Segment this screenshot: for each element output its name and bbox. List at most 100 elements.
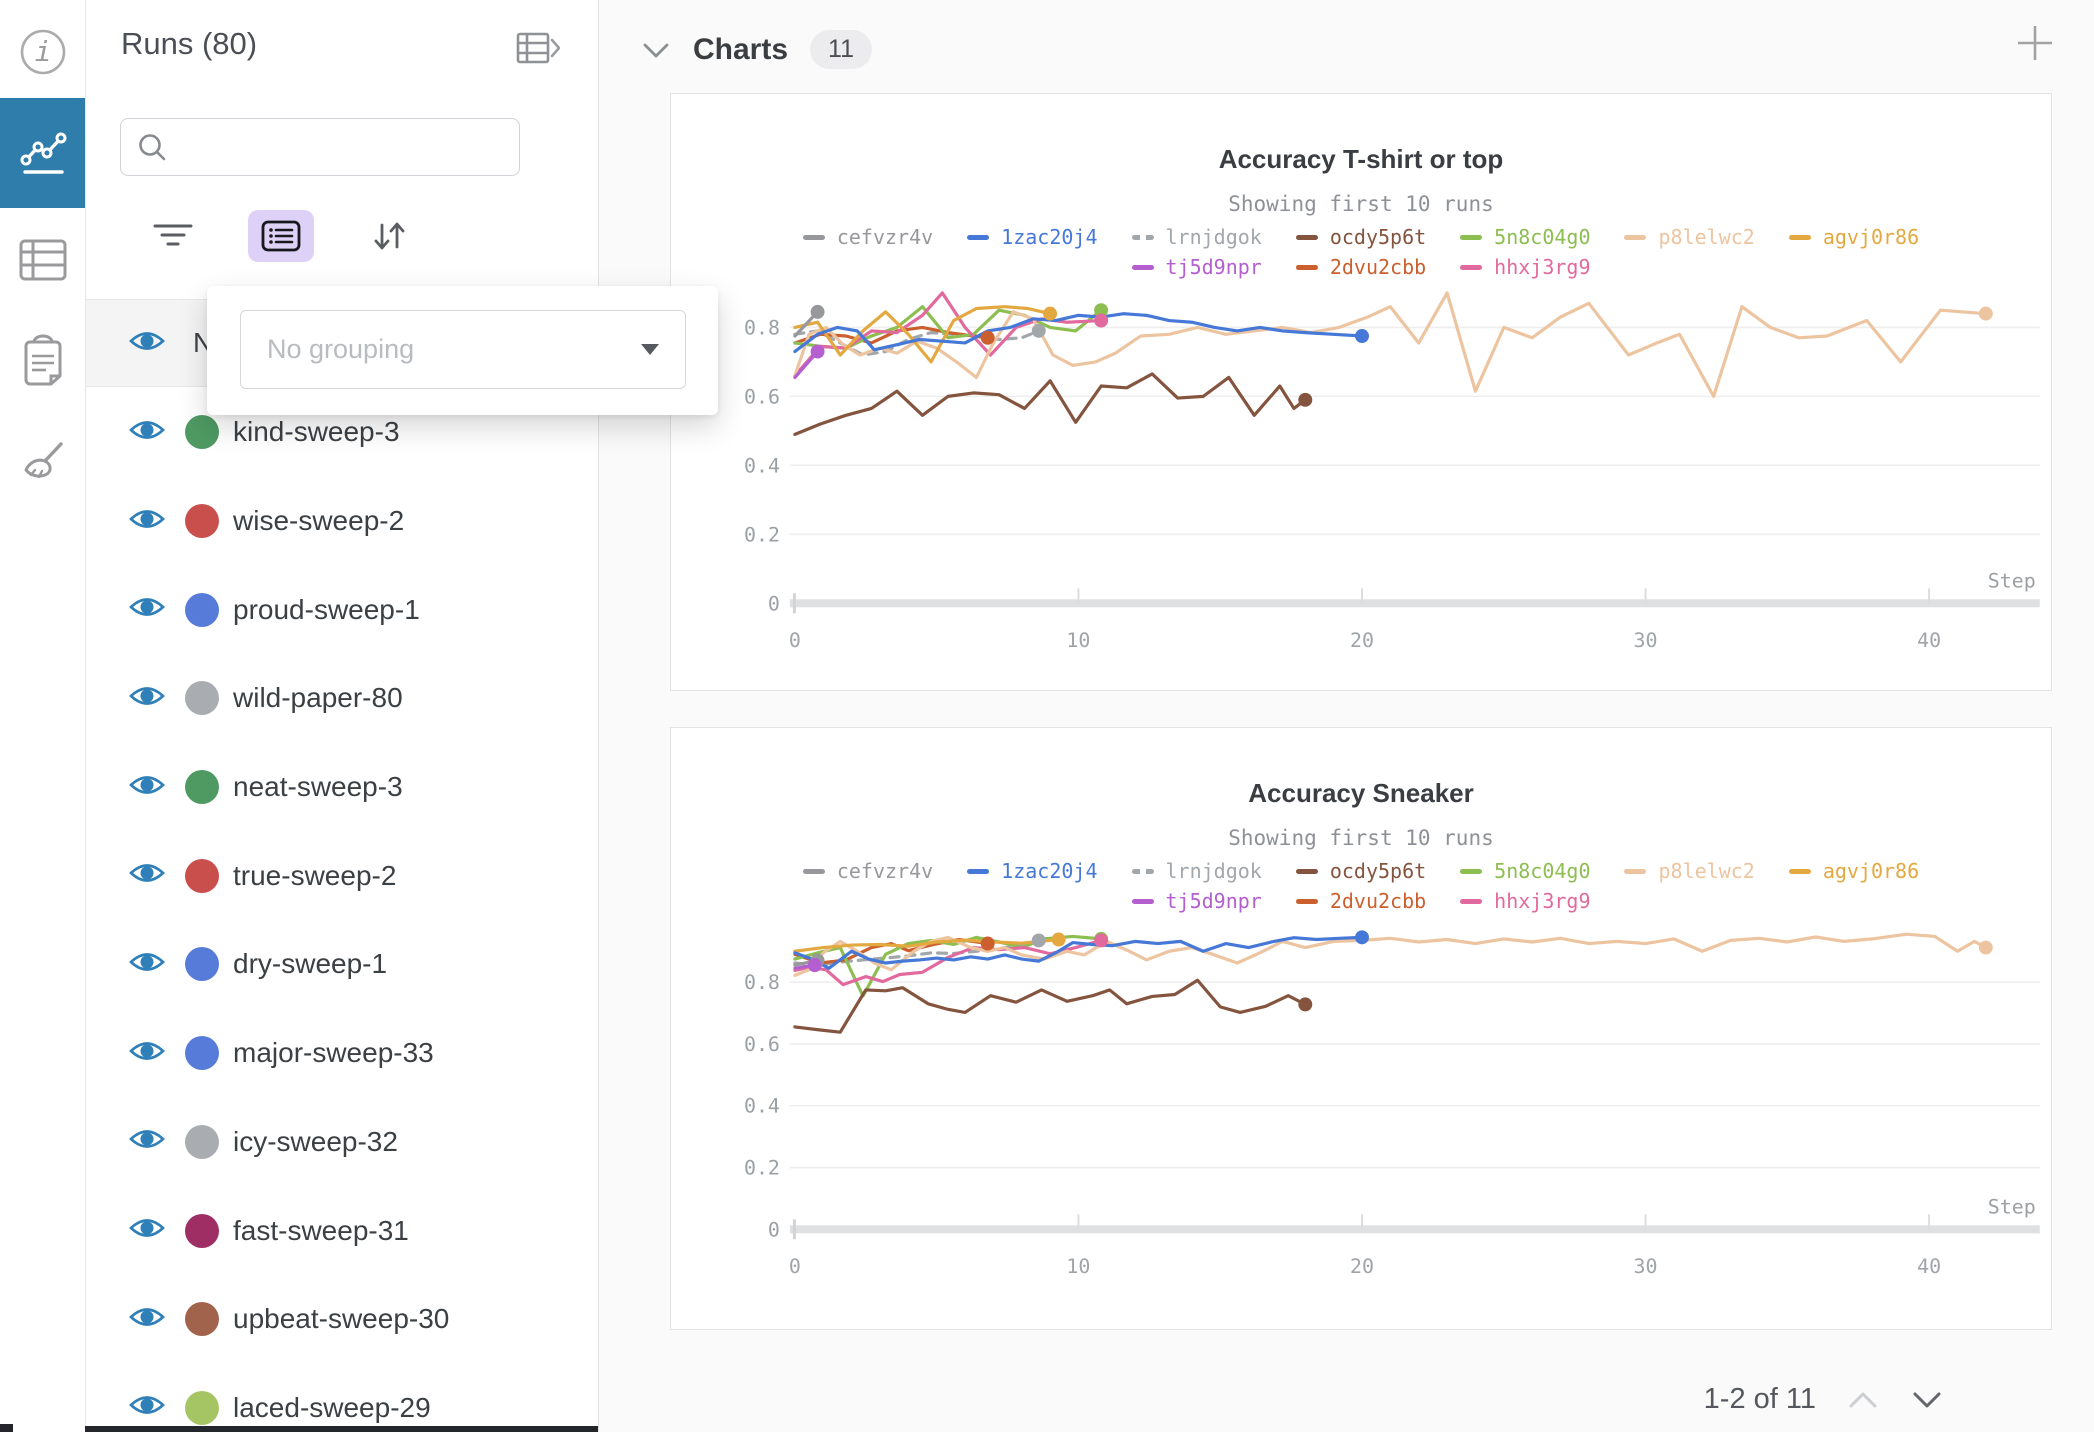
run-name[interactable]: icy-sweep-32 <box>233 1126 398 1158</box>
run-color-dot[interactable] <box>185 415 219 449</box>
line-chart-icon[interactable] <box>0 98 85 208</box>
series-end-marker-p8lelwc2[interactable] <box>1979 941 1993 955</box>
run-name[interactable]: wild-paper-80 <box>233 682 403 714</box>
legend-item-5n8c04g0[interactable]: 5n8c04g0 <box>1460 856 1590 886</box>
broom-icon[interactable] <box>0 415 85 511</box>
run-name[interactable]: laced-sweep-29 <box>233 1392 431 1424</box>
legend-item-2dvu2cbb[interactable]: 2dvu2cbb <box>1296 886 1426 916</box>
toggle-all-visibility-eye-icon[interactable] <box>129 329 165 358</box>
expand-runs-table-button[interactable] <box>516 30 560 68</box>
run-color-dot[interactable] <box>185 947 219 981</box>
visibility-eye-icon[interactable] <box>129 418 165 447</box>
chevron-up-icon[interactable] <box>1846 1390 1880 1410</box>
run-list-item[interactable]: laced-sweep-29 <box>85 1364 598 1432</box>
run-name[interactable]: wise-sweep-2 <box>233 505 404 537</box>
series-end-marker-hhxj3rg9[interactable] <box>1094 933 1108 947</box>
visibility-eye-icon[interactable] <box>129 1127 165 1156</box>
run-list-item[interactable]: major-sweep-33 <box>85 1009 598 1098</box>
series-end-marker-tj5d9npr[interactable] <box>808 958 822 972</box>
legend-item-1zac20j4[interactable]: 1zac20j4 <box>967 856 1097 886</box>
chart-panel-accuracy-tshirt[interactable]: 0.80.60.40.20010203040Step Accuracy T-sh… <box>670 93 2052 691</box>
line-chart-plot[interactable]: 0.80.60.40.20010203040Step <box>671 94 2051 690</box>
legend-item-cefvzr4v[interactable]: cefvzr4v <box>803 856 933 886</box>
legend-item-1zac20j4[interactable]: 1zac20j4 <box>967 222 1097 252</box>
legend-item-p8lelwc2[interactable]: p8lelwc2 <box>1624 856 1754 886</box>
series-line-ocdy5p6t[interactable] <box>795 980 1305 1032</box>
series-end-marker-2dvu2cbb[interactable] <box>981 937 995 951</box>
series-end-marker-tj5d9npr[interactable] <box>811 345 825 359</box>
grouping-select[interactable]: No grouping <box>240 310 686 389</box>
series-end-marker-ocdy5p6t[interactable] <box>1298 393 1312 407</box>
visibility-eye-icon[interactable] <box>129 950 165 979</box>
line-chart-plot[interactable]: 0.80.60.40.20010203040Step <box>671 728 2051 1329</box>
series-end-marker-agvj0r86[interactable] <box>1043 307 1057 321</box>
charts-section-header[interactable]: Charts 11 <box>641 30 872 69</box>
series-end-marker-agvj0r86[interactable] <box>1052 933 1066 947</box>
visibility-eye-icon[interactable] <box>129 1216 165 1245</box>
run-color-dot[interactable] <box>185 1125 219 1159</box>
run-name[interactable]: proud-sweep-1 <box>233 594 420 626</box>
run-color-dot[interactable] <box>185 770 219 804</box>
legend-item-p8lelwc2[interactable]: p8lelwc2 <box>1624 222 1754 252</box>
run-list-item[interactable]: dry-sweep-1 <box>85 920 598 1009</box>
visibility-eye-icon[interactable] <box>129 595 165 624</box>
run-name[interactable]: true-sweep-2 <box>233 860 396 892</box>
legend-item-5n8c04g0[interactable]: 5n8c04g0 <box>1460 222 1590 252</box>
run-name[interactable]: major-sweep-33 <box>233 1037 434 1069</box>
run-list-item[interactable]: wise-sweep-2 <box>85 477 598 566</box>
run-name[interactable]: fast-sweep-31 <box>233 1215 409 1247</box>
run-list-item[interactable]: fast-sweep-31 <box>85 1186 598 1275</box>
series-end-marker-1zac20j4[interactable] <box>1355 930 1369 944</box>
legend-item-lrnjdgok[interactable]: lrnjdgok <box>1132 856 1262 886</box>
run-color-dot[interactable] <box>185 681 219 715</box>
legend-item-tj5d9npr[interactable]: tj5d9npr <box>1132 886 1262 916</box>
chart-panel-accuracy-sneaker[interactable]: 0.80.60.40.20010203040Step Accuracy Snea… <box>670 727 2052 1330</box>
legend-item-ocdy5p6t[interactable]: ocdy5p6t <box>1296 856 1426 886</box>
run-search-input[interactable] <box>179 131 519 164</box>
visibility-eye-icon[interactable] <box>129 684 165 713</box>
visibility-eye-icon[interactable] <box>129 1039 165 1068</box>
run-color-dot[interactable] <box>185 1302 219 1336</box>
legend-item-agvj0r86[interactable]: agvj0r86 <box>1789 856 1919 886</box>
group-runs-button[interactable] <box>248 210 314 262</box>
series-end-marker-hhxj3rg9[interactable] <box>1094 314 1108 328</box>
visibility-eye-icon[interactable] <box>129 861 165 890</box>
run-name[interactable]: neat-sweep-3 <box>233 771 403 803</box>
chevron-down-icon[interactable] <box>1910 1390 1944 1410</box>
run-color-dot[interactable] <box>185 593 219 627</box>
series-end-marker-1zac20j4[interactable] <box>1355 329 1369 343</box>
run-search-box[interactable] <box>120 118 520 176</box>
visibility-eye-icon[interactable] <box>129 1393 165 1422</box>
chevron-down-icon[interactable] <box>641 40 671 60</box>
series-end-marker-ocdy5p6t[interactable] <box>1298 997 1312 1011</box>
add-panel-button[interactable] <box>2014 22 2056 69</box>
run-name[interactable]: dry-sweep-1 <box>233 948 387 980</box>
legend-item-hhxj3rg9[interactable]: hhxj3rg9 <box>1460 886 1590 916</box>
run-list-item[interactable]: wild-paper-80 <box>85 654 598 743</box>
legend-item-ocdy5p6t[interactable]: ocdy5p6t <box>1296 222 1426 252</box>
run-list-item[interactable]: proud-sweep-1 <box>85 565 598 654</box>
run-name[interactable]: upbeat-sweep-30 <box>233 1303 449 1335</box>
series-end-marker-lrnjdgok[interactable] <box>1032 933 1046 947</box>
run-list-item[interactable]: true-sweep-2 <box>85 831 598 920</box>
sort-runs-button[interactable] <box>356 210 422 262</box>
run-color-dot[interactable] <box>185 859 219 893</box>
series-end-marker-2dvu2cbb[interactable] <box>981 331 995 345</box>
filter-runs-button[interactable] <box>140 210 206 262</box>
legend-item-tj5d9npr[interactable]: tj5d9npr <box>1132 252 1262 282</box>
info-icon[interactable]: i <box>0 4 85 100</box>
run-list-item[interactable]: upbeat-sweep-30 <box>85 1275 598 1364</box>
run-name[interactable]: kind-sweep-3 <box>233 416 400 448</box>
legend-item-hhxj3rg9[interactable]: hhxj3rg9 <box>1460 252 1590 282</box>
run-color-dot[interactable] <box>185 1036 219 1070</box>
visibility-eye-icon[interactable] <box>129 1305 165 1334</box>
run-color-dot[interactable] <box>185 504 219 538</box>
series-end-marker-p8lelwc2[interactable] <box>1979 307 1993 321</box>
legend-item-cefvzr4v[interactable]: cefvzr4v <box>803 222 933 252</box>
visibility-eye-icon[interactable] <box>129 507 165 536</box>
run-color-dot[interactable] <box>185 1214 219 1248</box>
series-line-ocdy5p6t[interactable] <box>795 374 1305 434</box>
legend-item-2dvu2cbb[interactable]: 2dvu2cbb <box>1296 252 1426 282</box>
series-end-marker-cefvzr4v[interactable] <box>811 305 825 319</box>
visibility-eye-icon[interactable] <box>129 773 165 802</box>
